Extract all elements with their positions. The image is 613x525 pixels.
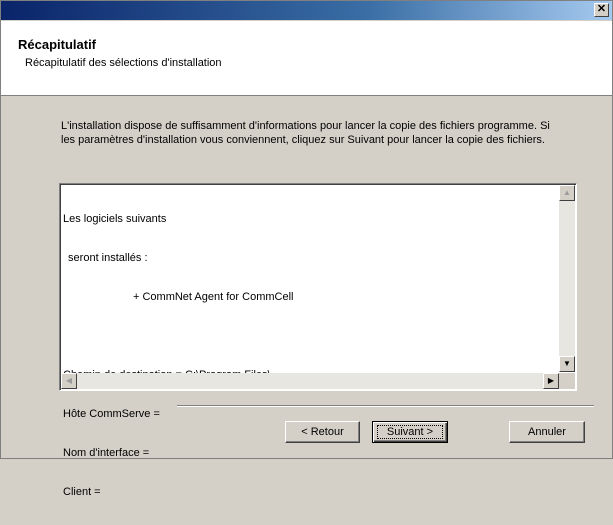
close-icon[interactable]: ✕ [594, 3, 609, 17]
cancel-button[interactable]: Annuler [509, 421, 585, 443]
page-title: Récapitulatif [18, 37, 97, 52]
title-bar[interactable]: ✕ [1, 1, 612, 20]
summary-line: Client = [63, 486, 101, 498]
intro-text: L'installation dispose de suffisamment d… [61, 120, 550, 146]
summary-line: Les logiciels suivants [63, 213, 167, 225]
summary-line: Hôte CommServe = [63, 408, 160, 420]
scroll-corner [559, 373, 575, 389]
horizontal-scrollbar[interactable]: ◀ ▶ [61, 373, 559, 389]
installer-window: ✕ Récapitulatif Récapitulatif des sélect… [0, 0, 613, 498]
next-button[interactable]: Suivant > [372, 421, 448, 443]
wizard-header: Récapitulatif Récapitulatif des sélectio… [1, 21, 612, 96]
summary-textbox[interactable]: Les logiciels suivants seront installés … [59, 183, 577, 498]
page-subtitle: Récapitulatif des sélections d'installat… [25, 57, 222, 69]
summary-line [63, 330, 553, 343]
scroll-down-icon[interactable]: ▼ [559, 356, 575, 372]
summary-line: + CommNet Agent for CommCell [133, 291, 294, 303]
summary-line: Nom d'interface = [63, 447, 150, 459]
button-separator [177, 405, 594, 407]
scroll-right-icon[interactable]: ▶ [543, 373, 559, 389]
focus-rect [377, 425, 443, 439]
scroll-up-icon[interactable]: ▲ [559, 185, 575, 201]
summary-line: seront installés : [65, 252, 148, 264]
back-button[interactable]: < Retour [285, 421, 360, 443]
vertical-scrollbar[interactable]: ▲ ▼ [559, 185, 575, 372]
scroll-left-icon[interactable]: ◀ [61, 373, 77, 389]
summary-content: Les logiciels suivants seront installés … [63, 187, 553, 525]
